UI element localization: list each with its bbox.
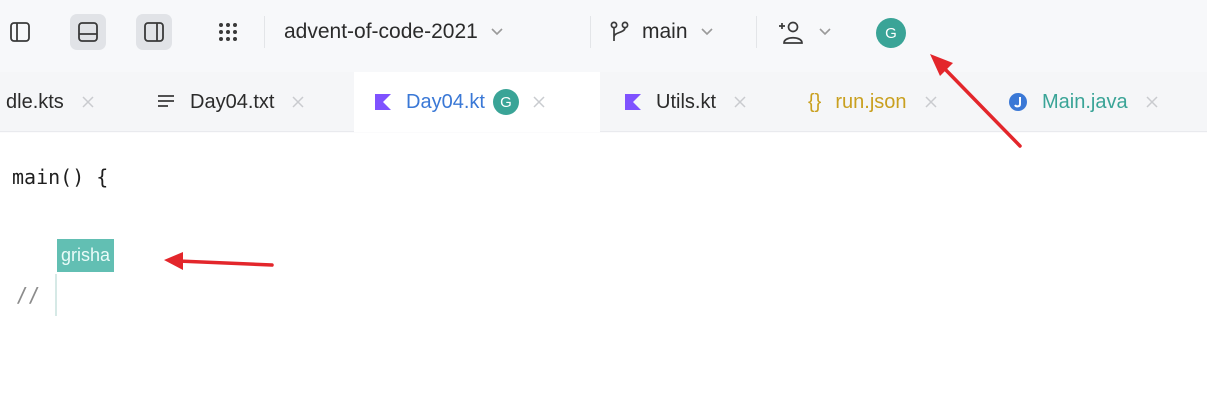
tab-utils-kt[interactable]: Utils.kt xyxy=(624,72,746,132)
badge-letter: G xyxy=(500,93,512,111)
tab-main-java[interactable]: Main.java xyxy=(1008,72,1158,132)
json-braces-icon: {} xyxy=(808,90,822,113)
add-user-icon xyxy=(779,21,803,44)
tab-label: Day04.kt xyxy=(406,90,485,113)
code-line-main: main() { xyxy=(12,165,109,189)
cursor-user-name: grisha xyxy=(61,245,111,265)
grid-dots-icon xyxy=(219,23,237,41)
close-icon[interactable] xyxy=(533,96,545,108)
main-toolbar: advent-of-code-2021 main G xyxy=(0,0,1207,72)
main-menu-button[interactable] xyxy=(210,14,246,50)
collaborator-avatar[interactable]: G xyxy=(876,18,906,48)
collaborator-cursor-label: grisha xyxy=(57,239,115,272)
project-selector[interactable]: advent-of-code-2021 xyxy=(284,14,504,50)
toolbar-divider xyxy=(756,16,757,48)
chevron-down-icon xyxy=(700,28,713,36)
right-panel-icon xyxy=(144,22,164,42)
tab-run-json[interactable]: {} run.json xyxy=(808,72,937,132)
tab-label: Utils.kt xyxy=(656,90,716,113)
close-icon[interactable] xyxy=(82,96,94,108)
chevron-down-icon xyxy=(819,28,831,36)
close-icon[interactable] xyxy=(292,96,305,108)
toggle-left-panel-button[interactable] xyxy=(2,14,38,50)
collaborator-caret xyxy=(55,274,57,316)
branch-name: main xyxy=(642,20,688,43)
tab-day04-kt[interactable]: Day04.kt G xyxy=(354,72,600,132)
toggle-right-panel-button[interactable] xyxy=(136,14,172,50)
code-editor[interactable]: main() { // grisha xyxy=(0,133,1207,416)
close-icon[interactable] xyxy=(924,96,937,108)
left-panel-icon xyxy=(10,22,30,42)
tab-day04-txt[interactable]: Day04.txt xyxy=(156,72,305,132)
code-line-comment: // xyxy=(16,283,41,307)
invite-collaborator-button[interactable] xyxy=(776,14,832,50)
avatar-letter: G xyxy=(885,24,897,42)
branch-selector[interactable]: main xyxy=(608,14,714,50)
toolbar-divider xyxy=(264,16,265,48)
tab-label: dle.kts xyxy=(6,90,64,113)
editor-tab-bar: dle.kts Day04.txt Day04.kt G Utils.kt {}… xyxy=(0,72,1207,132)
java-class-icon xyxy=(1008,92,1028,112)
tab-label: Main.java xyxy=(1042,90,1128,113)
close-icon[interactable] xyxy=(734,96,746,108)
text-file-icon xyxy=(156,93,176,111)
chevron-down-icon xyxy=(491,28,503,36)
git-branch-icon xyxy=(610,21,629,41)
tab-build-gradle-kts[interactable]: dle.kts xyxy=(0,72,94,132)
toolbar-divider xyxy=(590,16,591,48)
kotlin-icon xyxy=(374,93,392,111)
tab-label: run.json xyxy=(835,90,907,113)
project-name: advent-of-code-2021 xyxy=(284,20,478,43)
tab-label: Day04.txt xyxy=(190,90,275,113)
toggle-bottom-panel-button[interactable] xyxy=(70,14,106,50)
bottom-panel-icon xyxy=(78,22,98,42)
kotlin-icon xyxy=(624,93,642,111)
collaborator-badge: G xyxy=(492,89,519,115)
close-icon[interactable] xyxy=(1146,96,1158,108)
